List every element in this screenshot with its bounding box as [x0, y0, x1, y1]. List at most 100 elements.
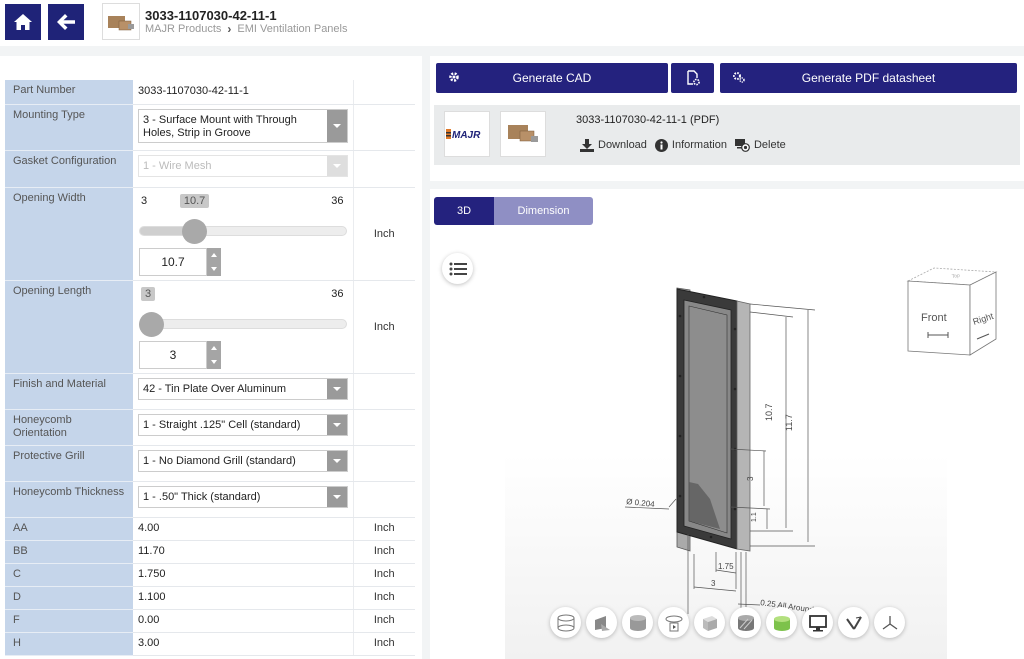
measure-button[interactable] — [838, 607, 869, 638]
home-icon — [14, 14, 32, 30]
dimension-value: 3.00 — [133, 632, 354, 656]
param-label: Honeycomb Orientation — [5, 409, 133, 446]
product-thumbnail — [102, 3, 140, 40]
product-thumbnail — [500, 111, 546, 157]
transparent-button[interactable] — [766, 607, 797, 638]
unit-label: Inch — [353, 280, 415, 374]
mounting-type-select[interactable]: 3 - Surface Mount with Through Holes, St… — [138, 108, 348, 143]
axes-button[interactable] — [874, 607, 905, 638]
param-row-mounting-type: Mounting Type 3 - Surface Mount with Thr… — [5, 104, 415, 151]
chevron-down-icon[interactable] — [326, 414, 347, 435]
opening-width-slider-group: 3 10.7 36 10.7 — [138, 192, 348, 276]
dimension-row: AA 4.00 Inch — [5, 517, 415, 541]
section-view-button[interactable] — [586, 607, 617, 638]
unit-label: Inch — [353, 563, 415, 587]
dimension-value: 1.100 — [133, 586, 354, 610]
top-bar: 3033-1107030-42-11-1 MAJR Products › EMI… — [0, 0, 1024, 46]
honeycomb-orientation-select[interactable]: 1 - Straight .125" Cell (standard) — [138, 413, 348, 436]
dim-label-outer: 11.7 — [784, 414, 794, 431]
honeycomb-thickness-select[interactable]: 1 - .50" Thick (standard) — [138, 485, 348, 508]
panel-edge — [736, 300, 751, 552]
select-value: 1 - No Diamond Grill (standard) — [143, 454, 296, 467]
increment-icon[interactable] — [211, 345, 217, 350]
gears-icon — [733, 72, 745, 83]
param-row-gasket: Gasket Configuration 1 - Wire Mesh — [5, 150, 415, 188]
dim-label-w: 3 — [711, 579, 716, 588]
opening-length-input[interactable]: 3 — [139, 340, 223, 369]
page-title: 3033-1107030-42-11-1 — [145, 8, 277, 23]
opening-length-slider[interactable] — [139, 318, 347, 329]
dimension-row: BB 11.70 Inch — [5, 540, 415, 564]
parameters-panel: Part Number 3033-1107030-42-11-1 Mountin… — [0, 56, 422, 659]
param-label: Gasket Configuration — [5, 150, 133, 188]
list-icon — [449, 262, 467, 275]
param-row-opening-width: Opening Width 3 10.7 36 10.7 Inch — [5, 187, 415, 281]
spinner[interactable] — [207, 340, 221, 369]
view-cube[interactable]: Top Front Right — [904, 263, 1004, 358]
button-label: Generate CAD — [512, 71, 592, 85]
opening-length-slider-group: 3 36 3 — [138, 285, 348, 369]
chevron-down-icon[interactable] — [326, 109, 347, 142]
box-view-button[interactable] — [694, 607, 725, 638]
information-link[interactable]: Information — [654, 138, 727, 152]
decrement-icon[interactable] — [211, 359, 217, 364]
decrement-icon[interactable] — [211, 266, 217, 271]
slider-thumb[interactable] — [139, 311, 164, 337]
unit-label: Inch — [353, 540, 415, 564]
download-icon — [580, 138, 594, 152]
wireframe-button[interactable] — [550, 607, 581, 638]
dimension-label: AA — [5, 517, 133, 541]
select-value: 1 - Wire Mesh — [143, 159, 212, 172]
dimension-label: C — [5, 563, 133, 587]
shaded-button[interactable] — [622, 607, 653, 638]
slider-value-bubble: 3 — [141, 286, 156, 301]
info-icon — [654, 138, 668, 152]
chevron-down-icon — [326, 155, 347, 176]
download-link[interactable]: Download — [580, 138, 647, 152]
generate-pdf-button[interactable]: Generate PDF datasheet — [720, 63, 1017, 93]
breadcrumb-item[interactable]: EMI Ventilation Panels — [237, 23, 347, 35]
file-actions: Download Information Delete — [580, 138, 786, 152]
tab-3d[interactable]: 3D — [434, 197, 494, 225]
shaded-cylinder-icon — [629, 614, 646, 631]
increment-icon[interactable] — [211, 252, 217, 257]
home-button[interactable] — [5, 4, 41, 40]
menu-button[interactable] — [442, 253, 473, 284]
number-field[interactable]: 10.7 — [139, 247, 207, 276]
number-field[interactable]: 3 — [139, 340, 207, 369]
generate-cad-button[interactable]: Generate CAD — [436, 63, 668, 93]
3d-viewer[interactable]: 3D Dimension Top Front Right 11.7 10.7 3… — [430, 189, 1024, 659]
file-gear-icon — [686, 70, 700, 86]
opening-width-slider[interactable] — [139, 225, 347, 236]
delete-link[interactable]: Delete — [734, 138, 786, 152]
cad-settings-button[interactable] — [671, 63, 714, 93]
opening-width-input[interactable]: 10.7 — [139, 247, 223, 276]
back-button[interactable] — [48, 4, 84, 40]
dimension-value: 0.00 — [133, 609, 354, 633]
fullscreen-button[interactable] — [802, 607, 833, 638]
slider-thumb[interactable] — [181, 218, 207, 244]
tab-dimension[interactable]: Dimension — [494, 197, 593, 225]
dimension-value: 1.750 — [133, 563, 354, 587]
animation-button[interactable] — [658, 607, 689, 638]
slider-max: 36 — [331, 287, 344, 300]
unit-label: Inch — [353, 632, 415, 656]
hatched-section-button[interactable] — [730, 607, 761, 638]
breadcrumb-item[interactable]: MAJR Products — [145, 23, 221, 35]
chevron-down-icon[interactable] — [326, 450, 347, 471]
protective-grill-select[interactable]: 1 - No Diamond Grill (standard) — [138, 449, 348, 472]
majr-logo-image: MAJR — [446, 129, 481, 141]
wireframe-icon — [557, 614, 574, 631]
dim-label-inner: 10.7 — [764, 403, 774, 421]
gasket-configuration-select: 1 - Wire Mesh — [138, 154, 348, 177]
chevron-down-icon[interactable] — [326, 378, 347, 399]
param-label: Finish and Material — [5, 373, 133, 410]
dimension-row: C 1.750 Inch — [5, 563, 415, 587]
part-number-value: 3033-1107030-42-11-1 — [133, 80, 354, 105]
chevron-down-icon[interactable] — [326, 486, 347, 507]
param-label: Mounting Type — [5, 104, 133, 151]
viewer-toolbar — [550, 607, 905, 638]
finish-material-select[interactable]: 42 - Tin Plate Over Aluminum — [138, 377, 348, 400]
spinner[interactable] — [207, 247, 221, 276]
measure-icon — [845, 615, 862, 630]
